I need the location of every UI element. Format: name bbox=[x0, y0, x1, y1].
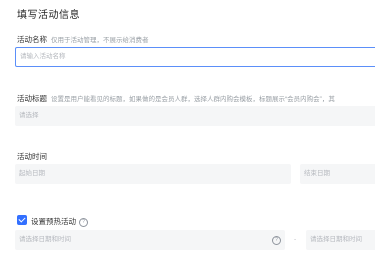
activity-end-date[interactable]: 结束日期 bbox=[300, 164, 375, 184]
activity-subject-label-text: 活动标题 bbox=[17, 94, 47, 103]
activity-name-input[interactable]: 请输入活动名称 bbox=[15, 47, 375, 67]
activity-name-hint: 仅用于活动管理，不展示给消费者 bbox=[51, 37, 149, 44]
warmup-start-datetime[interactable]: 请选择日期和时间 ? bbox=[15, 230, 285, 250]
activity-start-placeholder: 起始日期 bbox=[19, 170, 45, 177]
activity-subject-label: 活动标题 设置是用户能看见的标题，如果做的是会员人群，选择人群内购会模板，标题展示… bbox=[17, 93, 335, 104]
activity-start-date[interactable]: 起始日期 bbox=[15, 164, 291, 184]
warmup-checkbox[interactable] bbox=[17, 215, 27, 225]
info-icon[interactable]: ? bbox=[79, 218, 88, 227]
help-icon[interactable]: ? bbox=[272, 236, 281, 245]
date-range-separator: - bbox=[294, 236, 297, 243]
activity-subject-placeholder: 请选择 bbox=[19, 112, 39, 119]
activity-form: 填写活动信息 活动名称 仅用于活动管理，不展示给消费者 请输入活动名称 活动标题设… bbox=[0, 0, 375, 280]
warmup-start-placeholder: 请选择日期和时间 bbox=[19, 236, 71, 243]
activity-name-label: 活动名称 仅用于活动管理，不展示给消费者 bbox=[17, 34, 149, 45]
warmup-end-placeholder: 请选择日期和时间 bbox=[310, 236, 362, 243]
activity-end-placeholder: 结束日期 bbox=[304, 170, 330, 177]
activity-name-placeholder: 请输入活动名称 bbox=[20, 53, 66, 60]
warmup-label: 设置预热活动? bbox=[31, 216, 88, 227]
activity-name-label-text: 活动名称 bbox=[17, 35, 47, 44]
activity-time-label: 活动时间 bbox=[17, 152, 47, 161]
activity-subject-hint: 设置是用户能看见的标题，如果做的是会员人群，选择人群内购会模板，标题展示“会员内… bbox=[51, 96, 335, 103]
activity-subject-select[interactable]: 请选择 bbox=[15, 106, 375, 126]
warmup-label-text: 设置预热活动 bbox=[31, 217, 76, 226]
warmup-end-datetime[interactable]: 请选择日期和时间 bbox=[306, 230, 375, 250]
page-title: 填写活动信息 bbox=[17, 10, 80, 21]
